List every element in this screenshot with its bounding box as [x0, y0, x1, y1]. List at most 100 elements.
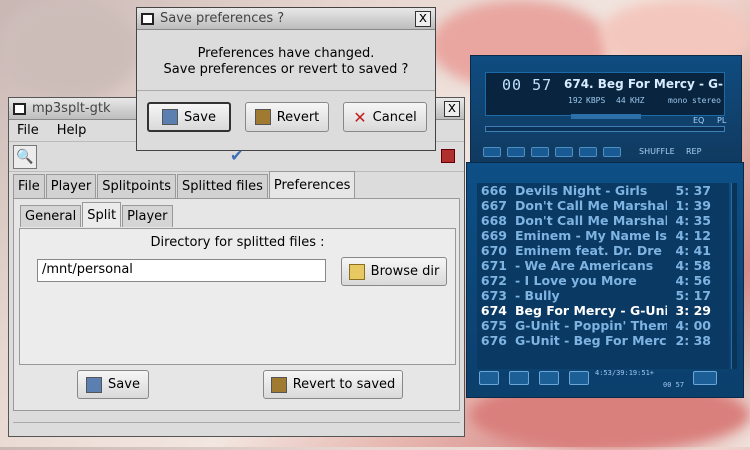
player-khz: 44: [616, 96, 626, 105]
subtab-split[interactable]: Split: [82, 202, 122, 227]
track-title: - We Are Americans: [515, 258, 654, 273]
window-menu-icon[interactable]: [13, 102, 26, 115]
save-label: Save: [108, 377, 140, 392]
revert-icon: [254, 109, 271, 125]
menu-file[interactable]: File: [17, 123, 39, 138]
dialog-title: Save preferences ?: [160, 11, 285, 26]
save-preferences-dialog: Save preferences ? x Preferences have ch…: [136, 7, 436, 151]
stop-button[interactable]: [555, 147, 573, 157]
dialog-cancel-button[interactable]: ✕ Cancel: [343, 102, 427, 132]
add-button[interactable]: [479, 371, 499, 385]
floppy-icon: [86, 376, 103, 393]
playlist-row[interactable]: 667 Don't Call Me Marshall 1: 39: [477, 198, 729, 213]
player-time: 00 57: [502, 76, 553, 94]
playlist-row[interactable]: 673 - Bully 5: 17: [477, 288, 729, 303]
playlist-row[interactable]: 666 Devils Night - Girls 5: 37: [477, 183, 729, 198]
xmms-player-window: 00 57 674. Beg For Mercy - G-Unit 192 KB…: [470, 55, 742, 163]
tab-splitpoints[interactable]: Splitpoints: [97, 174, 176, 198]
track-number: 675: [480, 318, 507, 333]
misc-button[interactable]: [569, 371, 589, 385]
floppy-icon: [162, 109, 179, 125]
track-title: G-Unit - Beg For Mercy: [515, 333, 667, 348]
playlist-total-time: 4:53/39:19:51+: [595, 369, 655, 377]
playlist-row[interactable]: 676 G-Unit - Beg For Mercy 2: 38: [477, 333, 729, 348]
track-number: 670: [480, 243, 507, 258]
tab-player[interactable]: Player: [45, 174, 97, 198]
dialog-message-line2: Save preferences or revert to saved ?: [163, 62, 409, 77]
track-duration: 4: 58: [675, 258, 711, 273]
playlist-row[interactable]: 670 Eminem feat. Dr. Dre 4: 41: [477, 243, 729, 258]
list-options-button[interactable]: [693, 371, 717, 385]
player-kbps-unit: KBPS: [586, 96, 606, 105]
track-number: 673: [480, 288, 507, 303]
wallpaper-petal: [0, 0, 140, 100]
player-khz-unit: KHZ: [630, 96, 645, 105]
track-duration: 4: 12: [675, 228, 711, 243]
playlist-row[interactable]: 675 G-Unit - Poppin' Them 4: 00: [477, 318, 729, 333]
remove-button[interactable]: [509, 371, 529, 385]
split-settings-panel: Directory for splitted files : /mnt/pers…: [19, 228, 456, 365]
track-title: Devils Night - Girls: [515, 183, 648, 198]
subtab-player[interactable]: Player: [122, 205, 173, 227]
player-mono: mono: [668, 96, 688, 105]
volume-slider[interactable]: [571, 114, 641, 119]
magnifier-icon: 🔍: [16, 149, 34, 165]
player-stereo: stereo: [692, 96, 721, 105]
seek-bar[interactable]: [485, 126, 725, 132]
dialog-save-label: Save: [184, 109, 216, 125]
track-title: - Bully: [515, 288, 560, 303]
zoom-button[interactable]: 🔍: [13, 145, 37, 169]
menu-help[interactable]: Help: [57, 123, 87, 138]
pause-button[interactable]: [531, 147, 549, 157]
repeat-toggle[interactable]: REP: [686, 147, 701, 156]
shuffle-toggle[interactable]: SHUFFLE: [639, 147, 675, 156]
playlist-row[interactable]: 672 - I Love you More 4: 56: [477, 273, 729, 288]
tab-file[interactable]: File: [13, 174, 45, 198]
playlist-row[interactable]: 668 Don't Call Me Marshall 4: 35: [477, 213, 729, 228]
next-button[interactable]: [579, 147, 597, 157]
dialog-message: Preferences have changed. Save preferenc…: [137, 46, 435, 78]
playlist-row[interactable]: 674 Beg For Mercy - G-Unit 3: 29: [477, 303, 729, 318]
track-number: 666: [480, 183, 507, 198]
eject-button[interactable]: [603, 147, 621, 157]
tab-preferences[interactable]: Preferences: [268, 171, 356, 198]
dialog-titlebar[interactable]: Save preferences ? x: [137, 8, 435, 30]
playlist-row[interactable]: 669 Eminem - My Name Is 4: 12: [477, 228, 729, 243]
window-menu-icon[interactable]: [141, 12, 154, 25]
pl-toggle[interactable]: PL: [717, 116, 726, 125]
status-bar: [13, 422, 460, 432]
browse-dir-button[interactable]: Browse dir: [341, 257, 447, 286]
tab-splitted-files[interactable]: Splitted files: [177, 174, 268, 198]
revert-to-saved-label: Revert to saved: [292, 377, 396, 392]
playlist-scrollbar[interactable]: [731, 183, 737, 369]
playlist-row[interactable]: 671 - We Are Americans 4: 58: [477, 258, 729, 273]
track-number: 674: [480, 303, 507, 318]
track-number: 672: [480, 273, 507, 288]
exit-icon[interactable]: [441, 149, 455, 163]
revert-icon: [270, 376, 287, 393]
close-button[interactable]: x: [444, 100, 460, 117]
track-duration: 1: 39: [675, 198, 711, 213]
playlist-footer-buttons: [479, 371, 589, 385]
subtab-general[interactable]: General: [20, 205, 82, 227]
track-title: Eminem - My Name Is: [515, 228, 667, 243]
revert-to-saved-button[interactable]: Revert to saved: [263, 370, 403, 399]
xmms-playlist-window: 666 Devils Night - Girls 5: 37 667 Don't Cal…: [466, 162, 744, 398]
prev-button[interactable]: [483, 147, 501, 157]
dialog-close-button[interactable]: x: [415, 10, 431, 27]
dialog-revert-button[interactable]: Revert: [245, 102, 329, 132]
directory-input[interactable]: /mnt/personal: [37, 259, 326, 282]
track-duration: 4: 56: [675, 273, 711, 288]
select-button[interactable]: [539, 371, 559, 385]
eq-toggle[interactable]: EQ: [693, 116, 704, 125]
track-title: Eminem feat. Dr. Dre: [515, 243, 662, 258]
playlist-list[interactable]: 666 Devils Night - Girls 5: 37 667 Don't Cal…: [477, 183, 729, 369]
player-display: 00 57 674. Beg For Mercy - G-Unit 192 KB…: [485, 72, 725, 116]
dialog-cancel-label: Cancel: [372, 109, 417, 125]
dialog-save-button[interactable]: Save: [147, 102, 231, 132]
rewind-button[interactable]: [507, 147, 525, 157]
save-button[interactable]: Save: [77, 370, 149, 399]
track-number: 669: [480, 228, 507, 243]
track-duration: 5: 17: [675, 288, 711, 303]
track-duration: 5: 37: [675, 183, 711, 198]
